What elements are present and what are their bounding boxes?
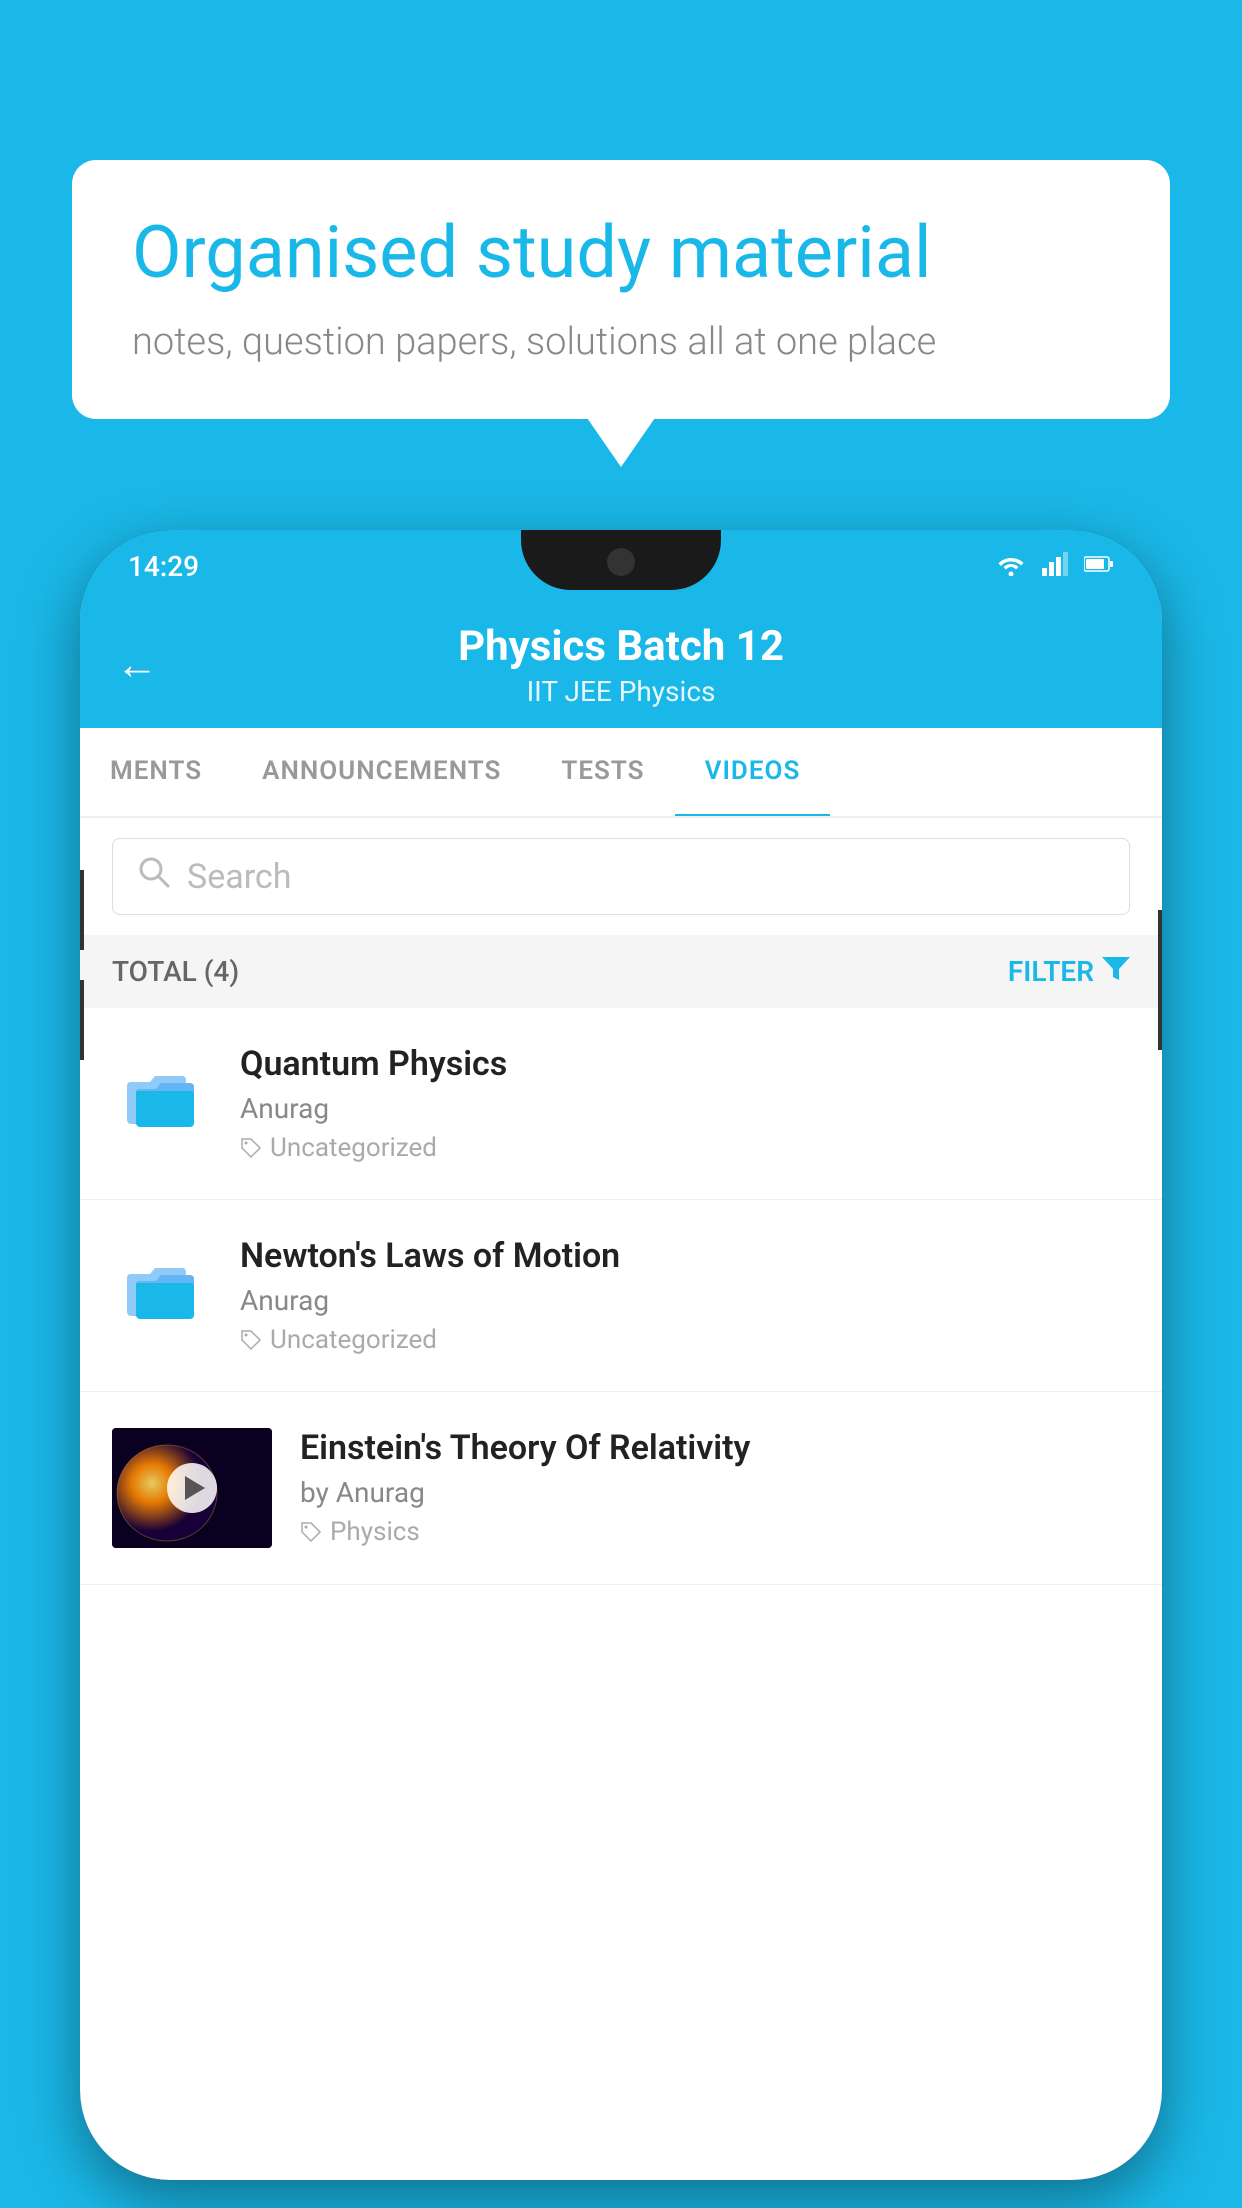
video-author: Anurag (240, 1284, 1130, 1317)
video-title: Quantum Physics (240, 1044, 1130, 1084)
filter-bar: TOTAL (4) FILTER (80, 935, 1162, 1008)
speech-bubble-subtitle: notes, question papers, solutions all at… (132, 320, 1110, 364)
video-info-quantum: Quantum Physics Anurag Uncategorized (240, 1044, 1130, 1163)
battery-icon (1084, 554, 1114, 578)
tabs-bar: MENTS ANNOUNCEMENTS TESTS VIDEOS (80, 728, 1162, 818)
search-input-container[interactable]: Search (112, 838, 1130, 915)
video-tag: Physics (300, 1517, 1130, 1547)
back-button[interactable]: ← (116, 641, 158, 690)
signal-icon (1042, 552, 1068, 580)
list-item[interactable]: Quantum Physics Anurag Uncategorized (80, 1008, 1162, 1200)
front-camera (607, 548, 635, 576)
filter-button[interactable]: FILTER (1008, 955, 1130, 988)
tab-tests[interactable]: TESTS (531, 728, 674, 816)
app-subtitle: IIT JEE Physics (120, 675, 1122, 708)
tab-ments[interactable]: MENTS (80, 728, 232, 816)
search-icon (137, 855, 171, 898)
phone-screen: ← Physics Batch 12 IIT JEE Physics MENTS… (80, 602, 1162, 2180)
app-header: ← Physics Batch 12 IIT JEE Physics (80, 602, 1162, 728)
list-item[interactable]: Einstein's Theory Of Relativity by Anura… (80, 1392, 1162, 1585)
list-item[interactable]: Newton's Laws of Motion Anurag Uncategor… (80, 1200, 1162, 1392)
phone: 14:29 (80, 530, 1162, 2180)
video-tag: Uncategorized (240, 1325, 1130, 1355)
video-info-einstein: Einstein's Theory Of Relativity by Anura… (300, 1428, 1130, 1547)
wifi-icon (996, 552, 1026, 580)
total-count: TOTAL (4) (112, 955, 239, 988)
video-thumbnail-einstein (112, 1428, 272, 1548)
filter-icon (1102, 955, 1130, 988)
video-author: Anurag (240, 1092, 1130, 1125)
speech-bubble-title: Organised study material (132, 210, 1110, 296)
folder-icon-quantum (112, 1044, 212, 1144)
volume-up-button (80, 870, 84, 950)
volume-down-button (80, 980, 84, 1060)
play-button[interactable] (167, 1463, 217, 1513)
video-title: Newton's Laws of Motion (240, 1236, 1130, 1276)
video-author: by Anurag (300, 1476, 1130, 1509)
power-button (1158, 910, 1162, 1050)
status-icons (996, 552, 1114, 580)
status-bar: 14:29 (80, 530, 1162, 602)
filter-label: FILTER (1008, 955, 1094, 988)
tab-videos[interactable]: VIDEOS (675, 728, 831, 818)
status-time: 14:29 (128, 550, 199, 583)
search-bar: Search (80, 818, 1162, 935)
app-title: Physics Batch 12 (120, 622, 1122, 671)
speech-bubble: Organised study material notes, question… (72, 160, 1170, 419)
folder-icon-newton (112, 1236, 212, 1336)
tab-announcements[interactable]: ANNOUNCEMENTS (232, 728, 531, 816)
video-title: Einstein's Theory Of Relativity (300, 1428, 1130, 1468)
video-info-newton: Newton's Laws of Motion Anurag Uncategor… (240, 1236, 1130, 1355)
video-tag: Uncategorized (240, 1133, 1130, 1163)
video-list: Quantum Physics Anurag Uncategorized (80, 1008, 1162, 1585)
search-input[interactable]: Search (187, 857, 291, 897)
